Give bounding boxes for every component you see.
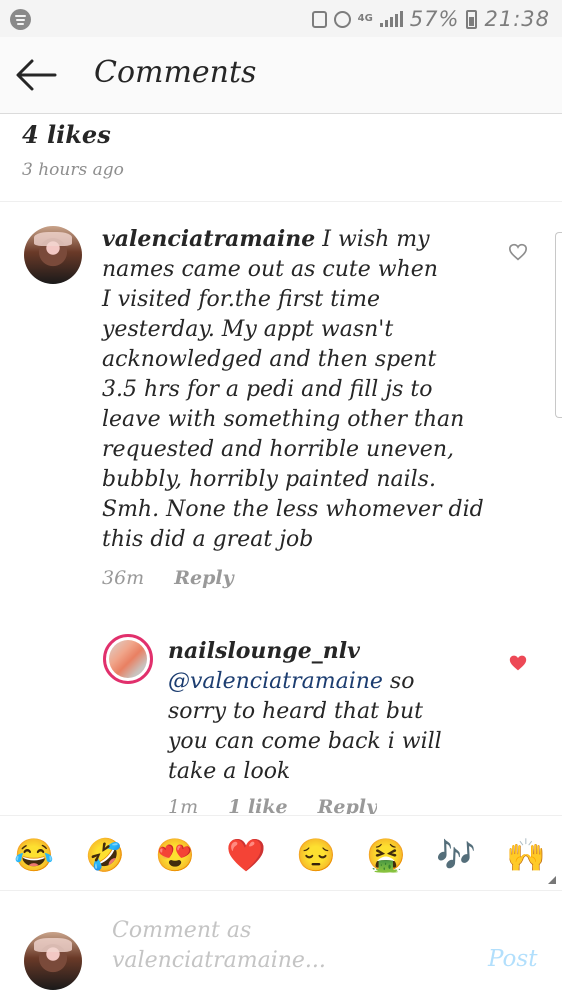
comment-username[interactable]: valenciatramaine: [102, 226, 315, 252]
emoji-musical-notes[interactable]: 🎶: [436, 835, 476, 875]
comment-input[interactable]: Comment as valenciatramaine...: [112, 916, 472, 980]
comment-line: so: [389, 669, 415, 694]
heart-outline-icon[interactable]: [508, 243, 528, 261]
emoji-pensive[interactable]: 😔: [296, 835, 336, 875]
network-type: 4G: [357, 13, 373, 24]
avatar[interactable]: [103, 634, 153, 684]
emoji-raised-hands[interactable]: 🙌: [506, 835, 546, 875]
comment-line: you can come back i will: [168, 729, 442, 754]
arrow-left-icon: [16, 59, 57, 91]
emoji-red-heart[interactable]: ❤️: [226, 835, 266, 875]
comment-line: sorry to heard that but: [168, 699, 424, 724]
comment-meta: 1m 1 like Reply: [168, 796, 377, 814]
comment-line: Smh. None the less whomever did: [102, 497, 484, 522]
avatar: [24, 932, 82, 990]
notification-icon: [311, 10, 327, 28]
heart-filled-icon[interactable]: [508, 654, 528, 672]
comment-line: take a look: [168, 759, 291, 784]
comment-meta: 36m Reply: [102, 567, 234, 589]
top-bar: Comments: [0, 37, 562, 114]
comment-line: bubbly, horribly painted nails.: [102, 467, 436, 492]
emoji-tears-of-joy[interactable]: 😂: [14, 835, 54, 875]
back-button[interactable]: [14, 57, 58, 93]
comment-line: this did a great job: [102, 527, 314, 552]
comment-line: leave with something other than: [102, 407, 465, 432]
emoji-bar: 😂 🤣 😍 ❤️ 😔 🤮 🎶 🙌: [0, 815, 562, 891]
spotify-icon: [10, 9, 31, 30]
comment-likes[interactable]: 1 like: [228, 796, 288, 814]
status-bar: 4G 57% 21:38: [0, 0, 562, 37]
page-title: Comments: [94, 55, 257, 90]
comment-line: acknowledged and then spent: [102, 347, 437, 372]
battery-percent: 57%: [409, 7, 460, 31]
comment-time: 1m: [168, 796, 199, 814]
scrollbar[interactable]: [555, 232, 562, 418]
divider: [0, 201, 562, 202]
reply-button[interactable]: Reply: [318, 796, 377, 814]
comment-line: 3.5 hrs for a pedi and fill js to: [102, 377, 433, 402]
status-icons: 4G 57% 21:38: [311, 6, 550, 32]
corner-indicator-icon: [548, 876, 556, 884]
emoji-vomiting[interactable]: 🤮: [366, 835, 406, 875]
post-button[interactable]: Post: [488, 946, 537, 972]
emoji-rofl[interactable]: 🤣: [85, 835, 125, 875]
comment-line: yesterday. My appt wasn't: [102, 317, 394, 342]
comment-line: I visited for.the first time: [102, 287, 380, 312]
comment-time: 36m: [102, 567, 145, 589]
comment-username[interactable]: nailslounge_nlv: [168, 638, 360, 664]
battery-icon: [466, 9, 478, 29]
comment-body: nailslounge_nlv @valenciatramaine so sor…: [168, 636, 488, 787]
comment-line: names came out as cute when: [102, 257, 438, 282]
comment-line: requested and horrible uneven,: [102, 437, 454, 462]
alarm-icon: [333, 10, 351, 28]
reply-button[interactable]: Reply: [174, 567, 233, 589]
emoji-heart-eyes[interactable]: 😍: [155, 835, 195, 875]
signal-icon: [379, 11, 403, 27]
mention-link[interactable]: @valenciatramaine: [168, 669, 383, 694]
post-time: 3 hours ago: [22, 160, 124, 180]
comment-body: valenciatramaine I wish my names came ou…: [102, 224, 522, 555]
comment-line: I wish my: [322, 227, 430, 252]
avatar[interactable]: [24, 226, 82, 284]
likes-count[interactable]: 4 likes: [22, 120, 111, 149]
clock-time: 21:38: [484, 7, 550, 31]
